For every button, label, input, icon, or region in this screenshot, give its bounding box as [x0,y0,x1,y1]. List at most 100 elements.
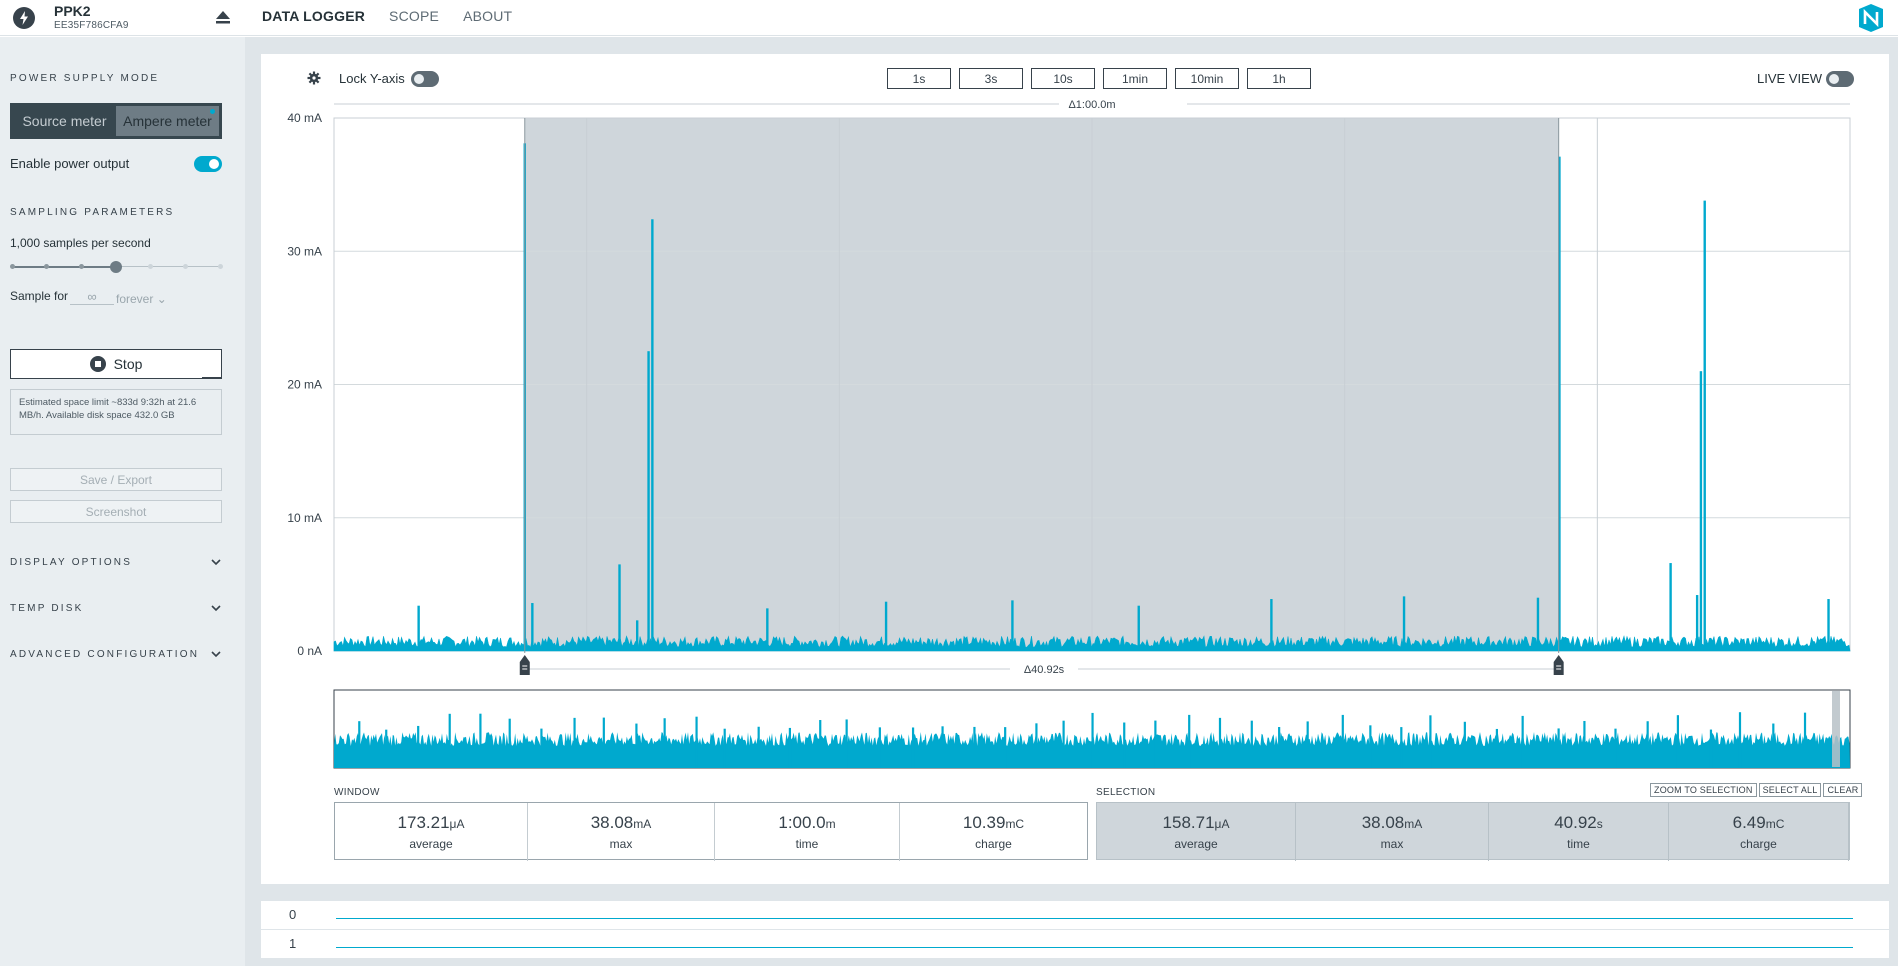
minimap-spike [635,723,638,768]
selection-end-handle[interactable] [1553,655,1564,675]
minimap-spike [845,719,848,768]
minimap-spike [1557,728,1560,768]
selection-delta-label: Δ40.92s [1024,664,1065,676]
window-delta-label: Δ1:00.0m [1068,99,1115,111]
minimap-viewport[interactable] [1832,691,1840,767]
selection-time-stat: 40.92s time [1489,803,1669,861]
minimap-spike [602,717,605,768]
current-peak [884,601,888,651]
minimap-spike [973,726,976,768]
minimap-spike [1646,721,1649,768]
selection-average-label: average [1174,837,1218,851]
y-tick-label: 0 nA [297,644,322,658]
current-peak [1270,599,1273,651]
window-time-unit: m [825,817,836,831]
minimap-spike [1738,712,1742,768]
minimap-spike [878,727,881,768]
minimap-spike [1218,717,1222,768]
minimap-spike [1123,722,1126,768]
minimap-spike [1614,728,1617,768]
minimap-spike [819,720,822,768]
current-peak [766,608,769,651]
minimap-spike [417,725,420,768]
current-peak [1703,200,1706,652]
clear-selection-button[interactable]: CLEAR [1823,783,1863,797]
selection-average-stat: 158.71μA average [1097,803,1296,861]
current-peak [1695,595,1699,651]
window-stats-title: WINDOW [334,787,380,798]
minimap-spike [1772,723,1775,768]
window-average-label: average [409,837,453,851]
minimap-spike [540,728,543,768]
minimap-spike [1062,720,1065,768]
minimap-spike [1035,723,1038,768]
window-charge-unit: mC [1005,817,1025,831]
window-average-unit: μA [449,817,465,831]
minimap-spike [385,729,388,768]
minimap-spike [1306,721,1309,768]
current-peak [647,351,650,651]
selection-max-stat: 38.08mA max [1296,803,1489,861]
current-peak [1137,605,1140,651]
minimap-spike [448,713,451,768]
minimap-spike [1341,714,1344,768]
selection-charge-stat: 6.49mC charge [1669,803,1849,861]
selection-actions: ZOOM TO SELECTION SELECT ALL CLEAR [1650,783,1863,797]
minimap-spike [1429,715,1432,768]
minimap-spike [1400,727,1403,768]
y-tick-label: 30 mA [287,244,322,258]
minimap-spike [1250,720,1253,768]
minimap-spike [1188,714,1191,768]
minimap-spike [1495,728,1499,768]
select-all-button[interactable]: SELECT ALL [1758,783,1822,797]
minimap-spike [1369,725,1372,768]
window-time-stat: 1:00.0m time [715,803,900,861]
minimap-spike [1154,720,1157,768]
minimap-spike [723,728,726,768]
y-tick-label: 10 mA [287,511,322,525]
current-peak [1402,596,1406,651]
selection-stats: 158.71μA average 38.08mA max 40.92s time… [1096,802,1850,861]
minimap-spike [1278,727,1281,768]
minimap-spike [1676,715,1680,768]
window-charge-label: charge [975,837,1012,851]
current-peak [1536,597,1540,651]
window-max-value: 38.08 [590,813,634,832]
minimap-spike [508,718,511,768]
minimap-spike [1004,727,1007,768]
minimap-spike [358,721,361,768]
current-peak [417,605,420,651]
window-max-unit: mA [633,817,652,831]
current-peak [651,219,654,651]
window-max-stat: 38.08mA max [528,803,715,861]
current-peak [618,564,621,651]
selection-time-value: 40.92 [1554,813,1597,832]
selection-max-unit: mA [1404,817,1423,831]
minimap-spike [788,727,792,768]
window-charge-stat: 10.39mC charge [900,803,1087,861]
minimap-spike [695,716,698,768]
minimap-spike [573,717,576,768]
minimap-spike [757,726,760,768]
selection-start-handle[interactable] [519,655,530,675]
minimap-spike [1583,720,1586,768]
window-stats: 173.21μA average 38.08mA max 1:00.0m tim… [334,802,1088,861]
minimap-spike [1709,729,1713,768]
selection-max-label: max [1380,837,1404,851]
current-peak [636,620,639,651]
selection-stats-title: SELECTION [1096,787,1156,798]
selection-average-unit: μA [1214,817,1230,831]
minimap-spike [1463,721,1466,768]
selection-max-value: 38.08 [1361,813,1405,832]
window-charge-value: 10.39 [962,813,1006,832]
window-max-label: max [609,837,633,851]
selection-average-value: 158.71 [1162,813,1215,832]
window-time-label: time [795,837,819,851]
zoom-to-selection-button[interactable]: ZOOM TO SELECTION [1650,783,1757,797]
current-peak [1827,599,1830,651]
minimap-spike [1091,712,1094,768]
selection-charge-value: 6.49 [1732,813,1766,832]
minimap-spike [1803,712,1807,768]
current-peak [1011,600,1014,651]
y-tick-label: 20 mA [287,378,322,392]
